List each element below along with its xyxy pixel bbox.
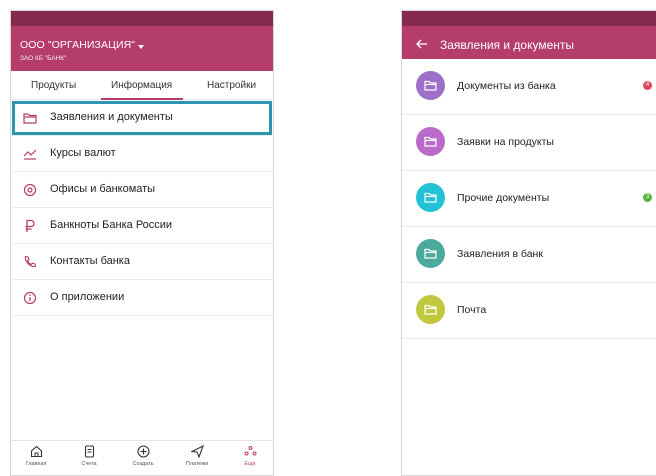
menu-item-contacts[interactable]: Контакты банка <box>11 244 273 280</box>
folder-icon <box>424 248 437 259</box>
doc-item-product-requests[interactable]: Заявки на продукты <box>402 115 656 171</box>
menu-label: Заявления и документы <box>50 111 173 123</box>
nav-accounts[interactable]: Счета <box>69 445 109 467</box>
doc-label: Документы из банка <box>457 80 556 92</box>
count-badge: 3 <box>643 193 652 202</box>
tab-bar: Продукты Информация Настройки <box>11 71 273 100</box>
org-name: ООО "ОРГАНИЗАЦИЯ" <box>20 39 136 51</box>
doc-label: Прочие документы <box>457 192 550 204</box>
chart-line-icon <box>23 149 37 160</box>
bottom-navigation: Главная Счета Создать Платежи Ещё <box>11 440 273 475</box>
org-selector[interactable]: ООО "ОРГАНИЗАЦИЯ" ЗАО КБ "БАНК" <box>11 26 273 71</box>
info-icon <box>23 291 37 305</box>
folder-icon <box>424 304 437 315</box>
doc-item-from-bank[interactable]: Документы из банка 4 <box>402 59 656 115</box>
send-icon <box>190 445 204 458</box>
plus-circle-icon <box>136 445 150 458</box>
menu-label: О приложении <box>50 291 125 303</box>
status-bar <box>402 11 656 26</box>
doc-item-other-docs[interactable]: Прочие документы 3 <box>402 171 656 227</box>
folder-icon <box>23 113 37 124</box>
chevron-down-icon[interactable] <box>138 45 144 49</box>
nav-payments[interactable]: Платежи <box>177 445 217 467</box>
doc-item-mail[interactable]: Почта <box>402 283 656 339</box>
folder-icon <box>424 136 437 147</box>
document-icon <box>84 445 94 458</box>
tab-information[interactable]: Информация <box>111 80 172 91</box>
menu-item-offices[interactable]: Офисы и банкоматы <box>11 172 273 208</box>
count-badge: 4 <box>643 81 652 90</box>
nav-label: Платежи <box>185 461 209 467</box>
menu-item-exchange-rates[interactable]: Курсы валют <box>11 136 273 172</box>
tab-products[interactable]: Продукты <box>31 80 76 91</box>
folder-avatar <box>416 295 445 324</box>
folder-avatar <box>416 71 445 100</box>
nav-label: Главная <box>25 461 47 467</box>
doc-label: Заявки на продукты <box>457 136 554 148</box>
arrow-left-icon[interactable] <box>416 39 428 49</box>
phone-screen-info: ООО "ОРГАНИЗАЦИЯ" ЗАО КБ "БАНК" Продукты… <box>10 10 274 476</box>
page-title: Заявления и документы <box>440 38 574 52</box>
bank-name: ЗАО КБ "БАНК" <box>20 55 67 62</box>
menu-label: Контакты банка <box>50 255 130 267</box>
menu-label: Курсы валют <box>50 147 116 159</box>
folder-avatar <box>416 127 445 156</box>
tab-settings[interactable]: Настройки <box>207 80 256 91</box>
doc-label: Почта <box>457 304 487 316</box>
location-pin-icon <box>23 183 37 197</box>
app-bar: Заявления и документы <box>402 11 656 59</box>
ruble-icon <box>25 219 35 232</box>
home-icon <box>30 445 42 458</box>
menu-item-about[interactable]: О приложении <box>11 280 273 316</box>
menu-item-statements[interactable]: Заявления и документы <box>11 100 273 136</box>
folder-avatar <box>416 183 445 212</box>
doc-item-bank-statements[interactable]: Заявления в банк <box>402 227 656 283</box>
menu-item-banknotes[interactable]: Банкноты Банка России <box>11 208 273 244</box>
phone-icon <box>24 255 37 268</box>
nav-label: Ещё <box>244 461 256 467</box>
folder-icon <box>424 192 437 203</box>
nav-more[interactable]: Ещё <box>230 445 270 467</box>
nav-create[interactable]: Создать <box>123 445 163 467</box>
nav-label: Счета <box>81 461 97 467</box>
phone-screen-documents: Заявления и документы Документы из банка… <box>401 10 656 476</box>
menu-label: Офисы и банкоматы <box>50 183 156 195</box>
status-bar <box>11 11 273 26</box>
menu-label: Банкноты Банка России <box>50 219 173 231</box>
doc-label: Заявления в банк <box>457 248 543 260</box>
nav-label: Создать <box>132 461 154 467</box>
nav-home[interactable]: Главная <box>16 445 56 467</box>
folder-avatar <box>416 239 445 268</box>
folder-icon <box>424 80 437 91</box>
more-dots-icon <box>244 446 256 456</box>
